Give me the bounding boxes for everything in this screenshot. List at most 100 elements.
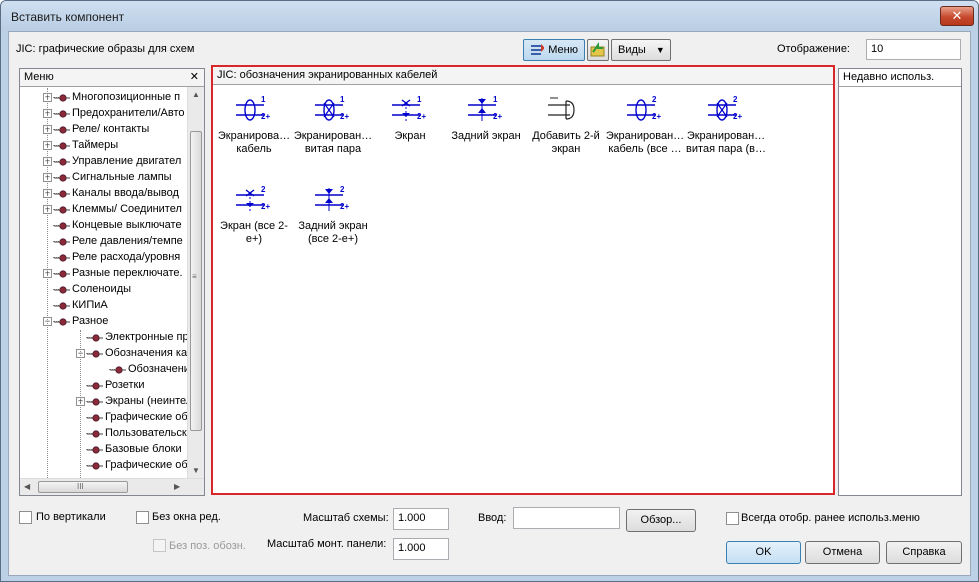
scheme-scale-label: Масштаб схемы:	[303, 512, 389, 524]
browse-button[interactable]: Обзор...	[626, 509, 696, 532]
symbol-tile[interactable]: 2 2+ Экранирован… кабель (все …	[604, 89, 686, 177]
tree-item[interactable]: Соленоиды	[20, 282, 188, 298]
tree-item[interactable]: − Разное	[20, 314, 188, 330]
input-field[interactable]	[513, 507, 620, 529]
close-icon[interactable]: ✕	[190, 70, 199, 83]
no-pos-checkbox[interactable]	[153, 539, 166, 552]
component-node-icon	[54, 286, 70, 294]
always-show-checkbox[interactable]	[726, 512, 739, 525]
menu-tree: + Многопозиционные п + Предохранители/Авто +…	[20, 88, 188, 480]
tree-item-label: Электронные при	[105, 331, 188, 343]
back-button[interactable]	[587, 39, 609, 61]
component-node-icon	[54, 254, 70, 262]
tree-item[interactable]: + Клеммы/ Соединител	[20, 202, 188, 218]
symbol-tile[interactable]: Добавить 2-й экран	[525, 89, 607, 177]
tree-item[interactable]: + Реле/ контакты	[20, 122, 188, 138]
symbol-label: Экранирова… кабель	[217, 130, 291, 155]
symbol-tile[interactable]: 1 2+ Задний экран	[445, 89, 527, 177]
shield-all-icon: 2 2+	[236, 185, 270, 211]
tree-item-label: Графические обра	[105, 411, 188, 423]
symbol-tile[interactable]: 2 2+ Экран (все 2-е+)	[213, 179, 295, 267]
tree-item[interactable]: Базовые блоки	[20, 442, 188, 458]
display-label: Отображение:	[777, 43, 850, 55]
caret-down-icon: ▼	[655, 45, 665, 55]
no-edit-window-checkbox[interactable]	[136, 511, 149, 524]
tree-item[interactable]: + Каналы ввода/вывод	[20, 186, 188, 202]
views-dropdown-button[interactable]: Виды ▼	[611, 39, 671, 61]
panel-scale-input[interactable]: 1.000	[393, 538, 449, 560]
tree-item[interactable]: Пользовательски	[20, 426, 188, 442]
tree-item[interactable]: Электронные при	[20, 330, 188, 346]
tree-item[interactable]: Графические обра	[20, 458, 188, 474]
scroll-up-icon[interactable]: ▲	[192, 90, 200, 99]
symbol-tile[interactable]: 1 2+ Экранирован… витая пара	[292, 89, 374, 177]
svg-text:2+: 2+	[493, 112, 502, 121]
svg-text:2: 2	[340, 185, 345, 194]
component-node-icon	[54, 142, 70, 150]
library-subtitle: JIC: графические образы для схем	[16, 43, 195, 55]
tree-item[interactable]: Розетки	[20, 378, 188, 394]
component-node-icon	[87, 462, 103, 470]
ok-button[interactable]: OK	[726, 541, 801, 564]
tree-guide-line	[80, 330, 81, 480]
grip-icon: ≡	[192, 272, 197, 281]
menu-panel-title: Меню	[24, 71, 54, 83]
menu-horizontal-scrollbar[interactable]: ◀ III ▶	[20, 478, 204, 495]
component-node-icon	[54, 222, 70, 230]
menu-toggle-button[interactable]: Меню	[523, 39, 585, 61]
svg-text:2+: 2+	[417, 112, 426, 121]
tree-item-label: Розетки	[105, 379, 145, 391]
input-label: Ввод:	[478, 512, 507, 524]
scroll-down-icon[interactable]: ▼	[192, 466, 200, 475]
svg-text:2+: 2+	[340, 112, 349, 121]
vertical-scroll-thumb[interactable]: ≡	[190, 131, 202, 431]
menu-vertical-scrollbar[interactable]: ▲ ≡ ▼	[187, 87, 204, 478]
tree-item[interactable]: + Таймеры	[20, 138, 188, 154]
tree-item[interactable]: + Предохранители/Авто	[20, 106, 188, 122]
tree-item-label: Управление двигател	[72, 155, 182, 167]
symbol-tile[interactable]: 1 2+ Экран	[369, 89, 451, 177]
window-close-button[interactable]: ✕	[940, 6, 974, 26]
tree-item[interactable]: + Многопозиционные п	[20, 90, 188, 106]
symbol-tile[interactable]: 2 2+ Задний экран (все 2-е+)	[292, 179, 374, 267]
tree-item-label: Обозначения кабе	[105, 347, 188, 359]
scroll-left-icon[interactable]: ◀	[24, 482, 30, 491]
help-button[interactable]: Справка	[886, 541, 962, 564]
scroll-right-icon[interactable]: ▶	[174, 482, 180, 491]
symbol-tile[interactable]: 1 2+ Экранирова… кабель	[213, 89, 295, 177]
tree-item[interactable]: + Управление двигател	[20, 154, 188, 170]
vertical-checkbox[interactable]	[19, 511, 32, 524]
menu-list-icon	[531, 44, 545, 55]
add-second-shield-icon	[548, 97, 575, 120]
back-shield-all-icon: 2 2+	[315, 185, 349, 211]
svg-text:1: 1	[261, 95, 266, 104]
tree-item[interactable]: Реле расхода/уровня	[20, 250, 188, 266]
dialog-title: Вставить компонент	[11, 10, 125, 24]
recent-panel: Недавно использ.	[838, 68, 962, 496]
tree-item[interactable]: Концевые выключате	[20, 218, 188, 234]
component-node-icon	[87, 350, 103, 358]
tree-item[interactable]: КИПиА	[20, 298, 188, 314]
tree-item[interactable]: + Разные переключате.	[20, 266, 188, 282]
symbol-tile[interactable]: 2 2+ Экранирован… витая пара (в…	[685, 89, 767, 177]
tree-item[interactable]: + Сигнальные лампы	[20, 170, 188, 186]
tree-item[interactable]: +Экраны (неинтелл	[20, 394, 188, 410]
no-pos-label: Без поз. обозн.	[169, 540, 246, 552]
tree-item[interactable]: Графические обра	[20, 410, 188, 426]
tree-item[interactable]: −Обозначения кабе	[20, 346, 188, 362]
tree-item[interactable]: Реле давления/темпе	[20, 234, 188, 250]
horizontal-scroll-thumb[interactable]: III	[38, 481, 128, 493]
tree-item[interactable]: Обозначения	[20, 362, 188, 378]
display-count-input[interactable]: 10	[866, 39, 961, 60]
tree-item-label: Экраны (неинтелл	[105, 395, 188, 407]
cancel-button[interactable]: Отмена	[805, 541, 880, 564]
component-node-icon	[54, 110, 70, 118]
icons-panel-title: JIC: обозначения экранированных кабелей	[217, 69, 438, 81]
shielded-twisted-pair-icon: 1 2+	[315, 95, 349, 121]
tree-item-label: Разные переключате.	[72, 267, 183, 279]
menu-panel-header: Меню ✕	[20, 69, 204, 87]
scheme-scale-input[interactable]: 1.000	[393, 508, 449, 530]
shielded-twisted-pair-all-icon: 2 2+	[708, 95, 742, 121]
svg-text:2+: 2+	[652, 112, 661, 121]
component-node-icon	[54, 318, 70, 326]
